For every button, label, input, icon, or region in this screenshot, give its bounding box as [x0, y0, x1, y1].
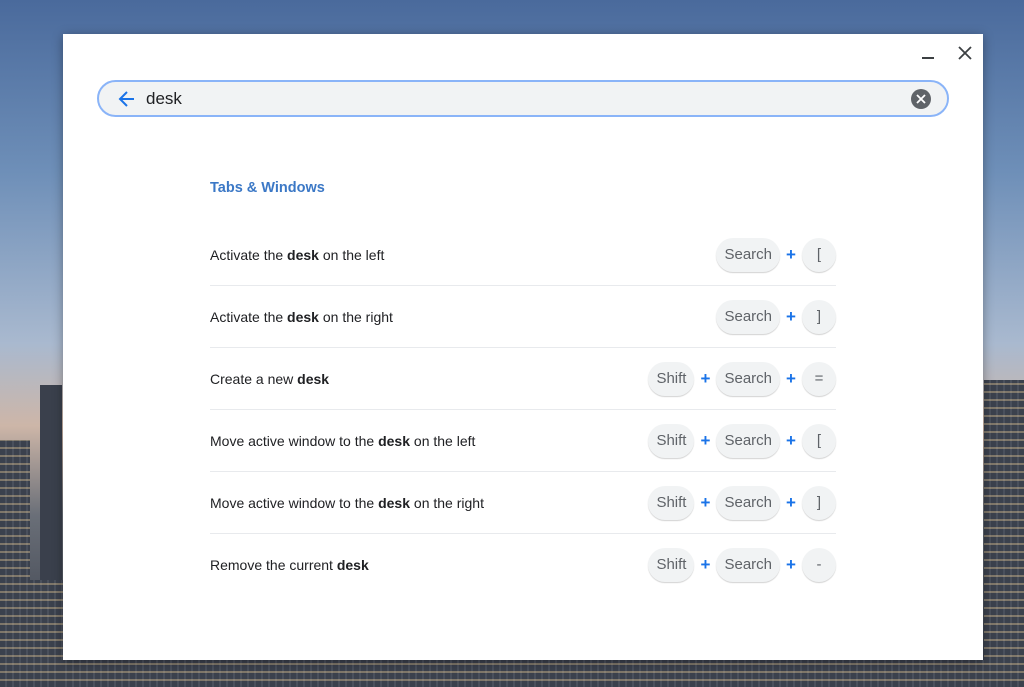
plus-separator: + [786, 244, 796, 264]
shortcut-description: Activate the desk on the right [210, 309, 393, 325]
shortcut-row: Create a new desk Shift + Search + = [210, 348, 836, 410]
description-text: on the right [410, 494, 484, 511]
search-match-highlight: desk [378, 432, 411, 449]
clear-icon [916, 93, 926, 104]
building [0, 580, 63, 687]
plus-separator: + [700, 368, 711, 388]
description-text: Activate the [210, 308, 288, 325]
shortcut-description: Create a new desk [210, 371, 329, 387]
shortcut-viewer-window: Tabs & Windows Activate the desk on the … [63, 34, 983, 660]
key-cap: [ [802, 237, 836, 272]
key-combination: Search +] [716, 299, 836, 334]
description-text: Activate the [210, 246, 288, 263]
key-cap: [ [802, 423, 836, 458]
plus-separator: + [786, 492, 796, 512]
search-match-highlight: desk [287, 246, 319, 263]
key-cap: Shift [648, 485, 695, 520]
key-combination: Search + [ [716, 237, 836, 272]
search-match-highlight: desk [287, 308, 319, 325]
shortcut-list: Activate the desk on the left Search +[Act… [210, 224, 836, 595]
key-cap: Search [716, 547, 780, 582]
search-match-highlight: desk [297, 370, 330, 387]
description-text: Move active window to the [210, 494, 379, 511]
key-cap: - [802, 547, 836, 582]
description-text: Move active window to the [210, 432, 379, 449]
plus-separator: + [786, 430, 796, 450]
shortcut-row: Remove the current desk Shift + Search + - [210, 534, 836, 595]
close-icon [958, 46, 972, 60]
key-cap: ] [802, 299, 836, 334]
minimize-button[interactable] [915, 40, 941, 66]
shortcut-description: Activate the desk on the left [210, 247, 384, 263]
shortcut-description: Remove the current desk [210, 557, 369, 573]
plus-separator: + [700, 492, 711, 512]
shortcut-description: Move active window to the desk on the le… [210, 433, 475, 449]
shortcut-row: Move active window to the desk on the le… [210, 410, 836, 472]
key-cap: Search [716, 485, 780, 520]
plus-separator: + [786, 306, 796, 326]
key-cap: = [802, 361, 836, 396]
plus-separator: + [786, 368, 796, 388]
key-combination: Shift + Search + = [648, 361, 836, 396]
key-cap: Search [716, 423, 780, 458]
key-cap: Shift [648, 361, 695, 396]
shortcut-row: Activate the desk on the right Search +] [210, 286, 836, 348]
shortcut-row: Activate the desk on the left Search + [ [210, 224, 836, 286]
plus-separator: + [700, 430, 711, 450]
plus-separator: + [700, 554, 711, 574]
search-input[interactable] [146, 88, 911, 109]
shortcut-description: Move active window to the desk on the ri… [210, 495, 484, 511]
shortcut-row: Move active window to the desk on the ri… [210, 472, 836, 534]
building [60, 660, 1024, 687]
back-button[interactable] [116, 88, 138, 110]
key-cap: Shift [648, 547, 695, 582]
key-cap: Search [716, 237, 780, 272]
description-text: on the right [318, 308, 393, 325]
description-text: on the left [410, 432, 476, 449]
close-button[interactable] [952, 40, 978, 66]
arrow-left-icon [118, 90, 134, 107]
key-cap: Search [716, 361, 780, 396]
description-text: Create a new [210, 370, 298, 387]
search-match-highlight: desk [336, 556, 369, 573]
description-text: Remove the current [210, 556, 337, 573]
clear-search-button[interactable] [911, 88, 931, 109]
key-cap: ] [802, 485, 836, 520]
section-title: Tabs & Windows [210, 180, 325, 196]
key-cap: Search [716, 299, 780, 334]
minimize-icon [922, 57, 934, 59]
key-combination: Shift + Search +[ [648, 423, 836, 458]
key-cap: Shift [648, 423, 695, 458]
search-bar [97, 80, 949, 117]
plus-separator: + [786, 554, 796, 574]
key-combination: Shift + Search + - [648, 547, 836, 582]
key-combination: Shift + Search +] [648, 485, 836, 520]
building [984, 380, 1024, 687]
description-text: on the left [318, 246, 385, 263]
search-match-highlight: desk [378, 494, 411, 511]
